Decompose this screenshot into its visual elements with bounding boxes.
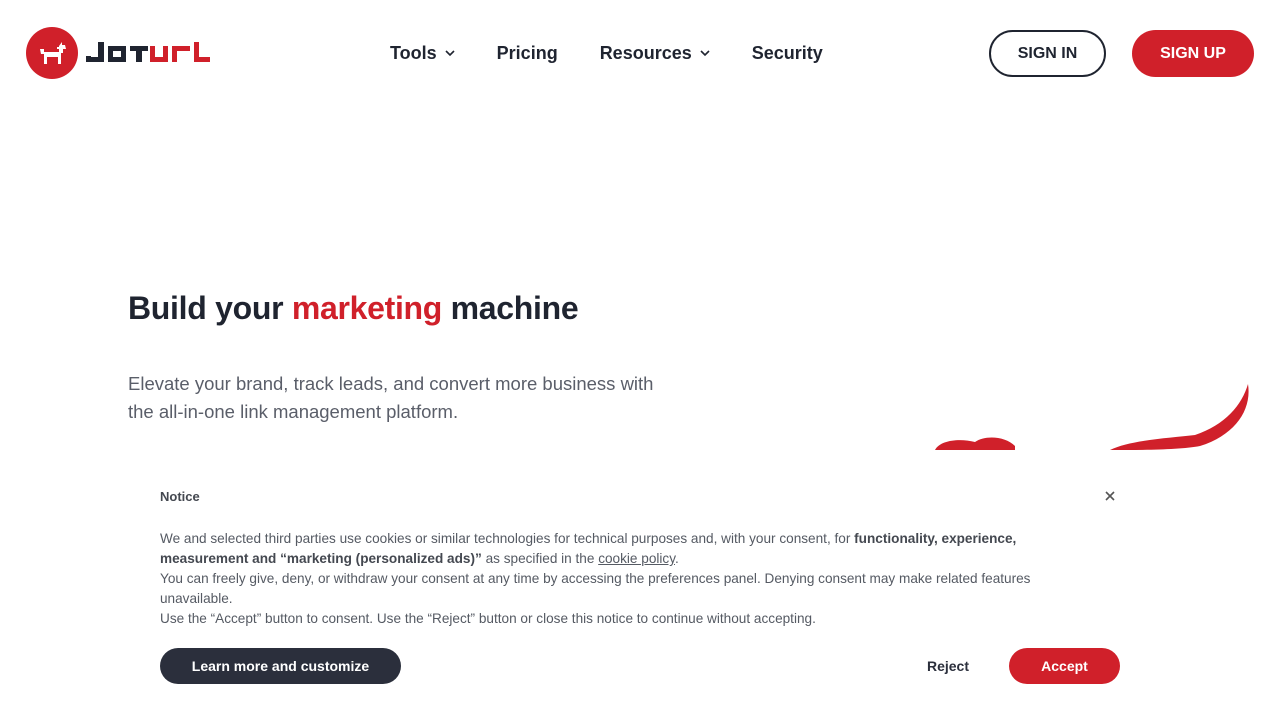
nav-item-tools[interactable]: Tools (390, 43, 455, 64)
cookie-paragraph: We and selected third parties use cookie… (160, 529, 1090, 569)
close-icon[interactable] (1102, 488, 1118, 504)
chevron-down-icon (445, 49, 455, 57)
sign-up-button[interactable]: SIGN UP (1132, 30, 1254, 77)
nav-item-label: Tools (390, 42, 437, 63)
cookie-policy-link[interactable]: cookie policy (598, 551, 675, 566)
logo-wordmark (86, 38, 210, 68)
hero-title-end: machine (442, 290, 579, 326)
dog-icon (26, 27, 78, 79)
site-header: Tools Pricing Resources Security SIGN IN… (0, 0, 1280, 106)
cookie-notice-text: We and selected third parties use cookie… (160, 529, 1090, 629)
reject-button[interactable]: Reject (906, 648, 990, 684)
main-nav: Tools Pricing Resources Security (390, 40, 865, 66)
nav-item-label: Pricing (496, 42, 558, 63)
nav-item-resources[interactable]: Resources (600, 43, 710, 64)
cookie-text: as specified in the (481, 551, 599, 566)
cookie-paragraph: Use the “Accept” button to consent. Use … (160, 611, 816, 626)
nav-item-label: Resources (599, 42, 692, 63)
site-logo[interactable] (26, 26, 210, 80)
hero-title-accent: marketing (291, 290, 443, 326)
sign-in-button[interactable]: SIGN IN (989, 30, 1106, 77)
cookie-notice-title: Notice (160, 489, 200, 504)
chevron-down-icon (700, 49, 710, 57)
cookie-text: We and selected third parties use cookie… (160, 531, 855, 546)
hero-subtitle: Elevate your brand, track leads, and con… (128, 373, 654, 422)
learn-more-button[interactable]: Learn more and customize (160, 648, 401, 684)
hero-illustration (930, 380, 1260, 450)
cookie-notice: Notice We and selected third parties use… (0, 450, 1280, 720)
nav-item-pricing[interactable]: Pricing (497, 43, 558, 64)
cookie-paragraph: You can freely give, deny, or withdraw y… (160, 571, 1031, 606)
accept-button[interactable]: Accept (1009, 648, 1120, 684)
nav-item-label: Security (751, 42, 823, 63)
hero-title: Build your marketing machine (128, 290, 579, 327)
nav-item-security[interactable]: Security (752, 43, 823, 64)
cookie-text: . (675, 551, 679, 566)
hero-title-start: Build your (128, 290, 292, 326)
